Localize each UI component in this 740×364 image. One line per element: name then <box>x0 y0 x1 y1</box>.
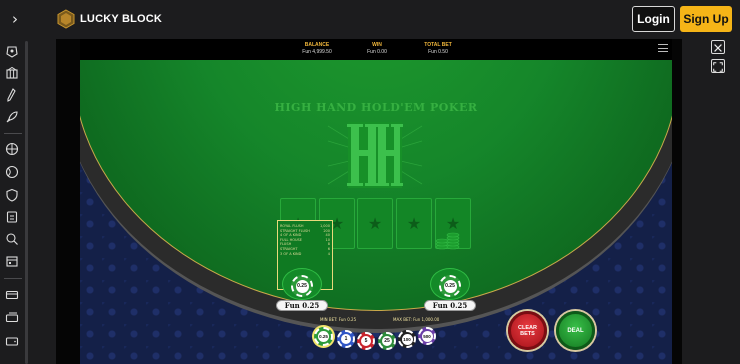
high-hand-bet-amount: Fun 0.25 <box>424 300 476 311</box>
chip-1[interactable]: 1 <box>337 330 355 348</box>
star-icon: ★ <box>367 214 383 233</box>
chip-5[interactable]: 5 <box>357 332 375 350</box>
game-canvas: BALANCE Fun 4,999.50 WIN Fun 0.00 TOTAL … <box>80 39 672 364</box>
win-label: WIN <box>372 42 382 48</box>
esports-icon[interactable] <box>5 210 19 224</box>
rocket-icon[interactable] <box>5 110 19 124</box>
sidebar-scrollbar[interactable] <box>25 41 28 364</box>
clear-bets-button[interactable]: CLEAR BETS <box>508 311 547 350</box>
high-hand-chip: 0.25 <box>439 275 461 297</box>
high-hand-logo-icon <box>327 122 423 188</box>
win-stat: WIN Fun 0.00 <box>362 42 392 55</box>
basketball-icon[interactable] <box>5 142 19 156</box>
card-slot-3: ★ <box>357 198 393 249</box>
game-stats-bar: BALANCE Fun 4,999.50 WIN Fun 0.00 TOTAL … <box>80 39 672 60</box>
search-icon[interactable] <box>5 232 19 246</box>
chevron-right-icon[interactable]: › <box>8 10 22 28</box>
game-title: HIGH HAND HOLD'EM POKER <box>274 101 478 114</box>
chip-100[interactable]: 100 <box>398 330 416 348</box>
balance-label: BALANCE <box>304 42 330 48</box>
balance-stat: BALANCE Fun 4,999.50 <box>302 42 332 55</box>
ante-chip: 0.25 <box>291 275 313 297</box>
sidebar <box>0 39 30 364</box>
total-bet-stat: TOTAL BET Fun 0.50 <box>422 42 454 55</box>
paytable-row: 3 OF A KIND 4 <box>280 251 330 256</box>
total-bet-label: TOTAL BET <box>424 42 452 48</box>
close-icon[interactable] <box>711 40 725 54</box>
max-bet-text: MAX BET: Fun 1,000.00 <box>393 317 440 322</box>
top-bar: › LUCKY BLOCK Login Sign Up <box>0 0 740 39</box>
live-casino-icon[interactable] <box>5 88 19 102</box>
min-bet-text: MIN BET: Fun 0.25 <box>320 317 357 322</box>
balance-value: Fun 4,999.50 <box>302 49 332 55</box>
tickets-icon[interactable] <box>5 311 19 325</box>
chip-0-25[interactable]: 0.25 <box>314 327 333 346</box>
shield-icon[interactable] <box>5 188 19 202</box>
ante-bet-amount: Fun 0.25 <box>276 300 328 311</box>
total-bet-value: Fun 0.50 <box>428 49 448 55</box>
deal-button[interactable]: DEAL <box>556 311 595 350</box>
sidebar-divider <box>4 278 22 279</box>
brand-logo[interactable]: LUCKY BLOCK <box>56 8 162 30</box>
slots-icon[interactable] <box>5 66 19 80</box>
login-button[interactable]: Login <box>632 6 675 32</box>
fullscreen-icon[interactable] <box>711 59 725 73</box>
card-icon[interactable] <box>5 288 19 302</box>
chip-500[interactable]: 500 <box>418 327 436 345</box>
lucky-block-logo-icon <box>57 9 75 29</box>
calendar-icon[interactable] <box>5 254 19 268</box>
card-slot-4: ★ <box>396 198 432 249</box>
win-value: Fun 0.00 <box>367 49 387 55</box>
signup-button[interactable]: Sign Up <box>680 6 732 32</box>
star-icon: ★ <box>406 214 422 233</box>
chip-stack-icon <box>435 232 460 250</box>
tennis-icon[interactable] <box>5 165 19 179</box>
game-menu-icon[interactable] <box>658 44 668 52</box>
wallet-icon[interactable] <box>5 334 19 348</box>
chip-25[interactable]: 25 <box>378 332 396 350</box>
sidebar-divider <box>4 133 22 134</box>
brand-name: LUCKY BLOCK <box>80 13 163 25</box>
casino-icon[interactable] <box>5 44 19 58</box>
